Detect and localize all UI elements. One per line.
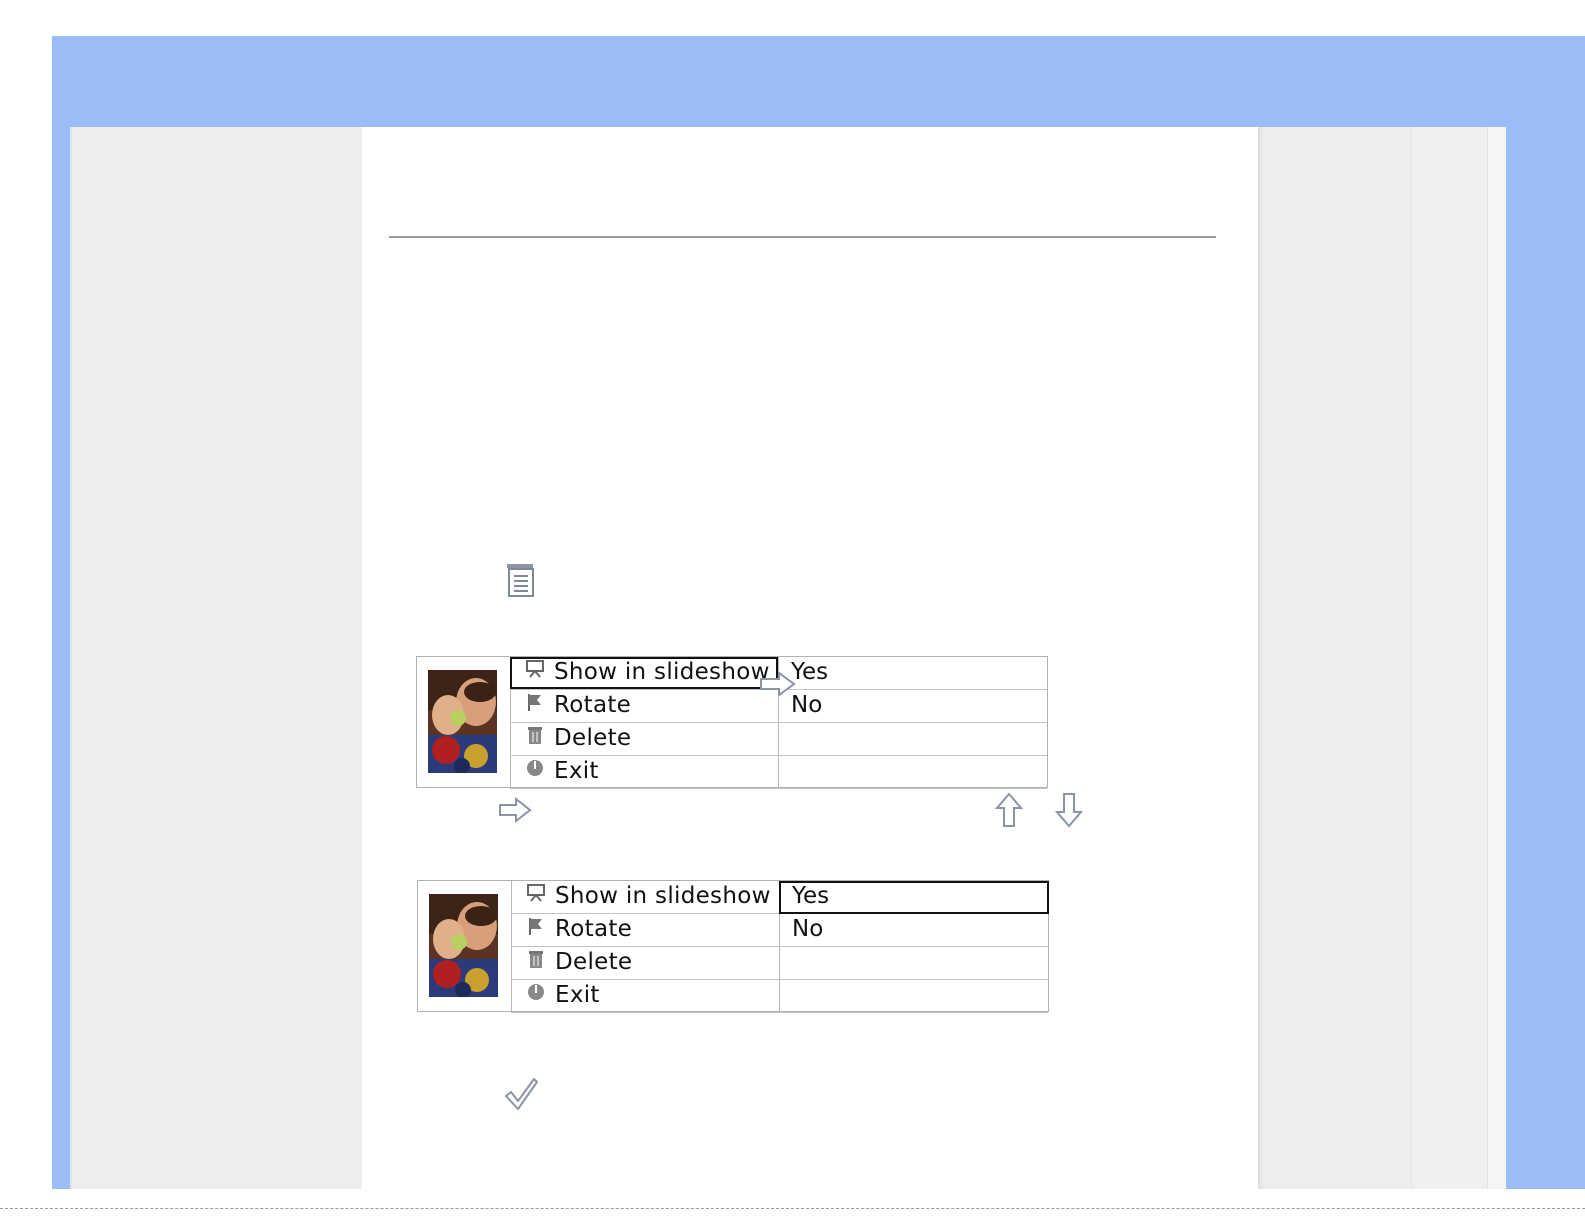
right-arrow-icon xyxy=(759,671,797,697)
photo-thumbnail xyxy=(429,894,498,997)
horizontal-rule xyxy=(389,236,1216,238)
menu-item-label: Delete xyxy=(554,725,632,751)
menu-row-exit[interactable]: Exit xyxy=(511,980,1048,1013)
menu-selection-highlight xyxy=(510,657,778,689)
rotate-flag-icon xyxy=(526,916,546,936)
trash-icon xyxy=(526,949,546,969)
exit-icon xyxy=(526,982,546,1002)
slideshow-icon xyxy=(526,883,546,903)
menu-item-label: Exit xyxy=(554,758,599,784)
value-selection-highlight xyxy=(779,881,1049,914)
right-edge-panel xyxy=(1487,127,1506,1189)
menu-item-label: Rotate xyxy=(555,916,633,942)
left-sidebar xyxy=(70,127,364,1189)
menu-item-value: No xyxy=(792,916,824,942)
down-arrow-icon xyxy=(1054,792,1084,828)
menu-row-rotate[interactable]: Rotate No xyxy=(511,914,1048,947)
onscreen-menu-step1: Show in slideshow Yes Rotate No Delete E… xyxy=(416,656,1048,789)
exit-icon xyxy=(525,758,545,778)
right-arrow-icon xyxy=(498,796,532,824)
rotate-flag-icon xyxy=(525,692,545,712)
checkmark-icon xyxy=(503,1076,539,1112)
menu-row-delete[interactable]: Delete xyxy=(510,723,1047,756)
menu-row-delete[interactable]: Delete xyxy=(511,947,1048,980)
right-sidebar xyxy=(1258,127,1411,1189)
page-footer-line xyxy=(0,1208,1585,1209)
right-panel xyxy=(1411,127,1487,1189)
menu-icon xyxy=(503,562,537,598)
photo-thumbnail xyxy=(428,670,497,773)
trash-icon xyxy=(525,725,545,745)
menu-item-label: Show in slideshow xyxy=(555,883,771,909)
menu-item-label: Rotate xyxy=(554,692,632,718)
menu-item-label: Delete xyxy=(555,949,633,975)
onscreen-menu-step2: Show in slideshow Yes Rotate No Delete E… xyxy=(417,880,1049,1013)
menu-item-label: Exit xyxy=(555,982,600,1008)
up-arrow-icon xyxy=(994,792,1024,828)
menu-row-exit[interactable]: Exit xyxy=(510,756,1047,789)
